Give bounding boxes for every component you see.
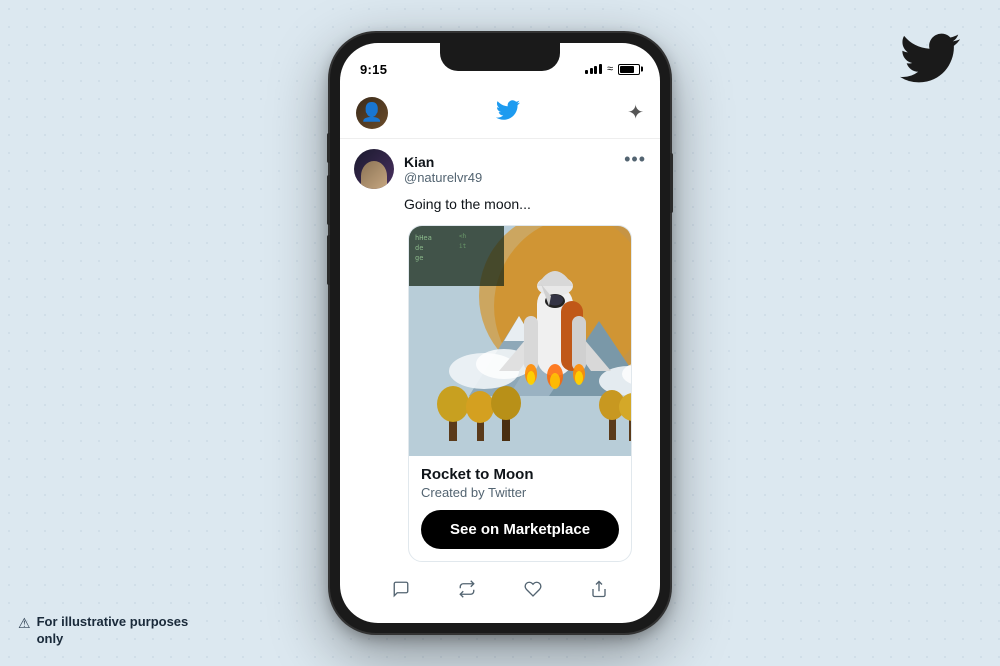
nft-image: hHea de ge <h it (409, 226, 631, 456)
svg-text:<h: <h (459, 233, 467, 240)
tweet-author-name[interactable]: Kian (404, 154, 482, 170)
phone-mockup: 9:15 ≈ 👤 (330, 33, 670, 633)
disclaimer-box: ⚠ For illustrative purposes only (18, 614, 198, 648)
disclaimer-text: For illustrative purposes only (37, 614, 198, 648)
tweet-author-row: Kian @naturelvr49 (354, 149, 482, 189)
tweet-text: Going to the moon... (404, 195, 646, 215)
twitter-nav-icon (496, 98, 520, 128)
svg-text:it: it (459, 243, 467, 250)
notch (440, 43, 560, 71)
sparkle-icon[interactable]: ✦ (627, 100, 644, 125)
signal-icon (585, 64, 602, 74)
tweet-more-button[interactable]: ••• (624, 149, 646, 170)
phone-screen: 9:15 ≈ 👤 (340, 43, 660, 623)
user-avatar[interactable]: 👤 (356, 97, 388, 129)
nft-info: Rocket to Moon Created by Twitter See on… (409, 456, 631, 561)
nft-creator: Created by Twitter (421, 485, 619, 500)
status-icons: ≈ (585, 63, 640, 75)
tweet-author-avatar[interactable] (354, 149, 394, 189)
wifi-icon: ≈ (607, 63, 613, 75)
tweet-header: Kian @naturelvr49 ••• (354, 149, 646, 189)
nft-title: Rocket to Moon (421, 466, 619, 483)
svg-text:ge: ge (415, 254, 423, 262)
phone-shell: 9:15 ≈ 👤 (330, 33, 670, 633)
share-button[interactable] (590, 580, 608, 598)
reply-button[interactable] (392, 580, 410, 598)
volume-down-button (327, 235, 330, 285)
tweet-author-info: Kian @naturelvr49 (404, 154, 482, 185)
like-button[interactable] (524, 580, 542, 598)
nav-bar: 👤 ✦ (340, 87, 660, 139)
retweet-button[interactable] (458, 580, 476, 598)
twitter-logo-corner (900, 28, 960, 101)
status-time: 9:15 (360, 62, 387, 77)
see-on-marketplace-button[interactable]: See on Marketplace (421, 510, 619, 549)
tweet-container: Kian @naturelvr49 ••• Going to the moon.… (340, 139, 660, 623)
tweet-actions (354, 570, 646, 608)
battery-icon (618, 64, 640, 75)
power-button (670, 153, 673, 213)
nft-card: hHea de ge <h it Rocket to Moon Created … (408, 225, 632, 562)
warning-icon: ⚠ (18, 615, 31, 632)
tweet-author-handle[interactable]: @naturelvr49 (404, 170, 482, 185)
volume-up-button (327, 175, 330, 225)
silent-button (327, 133, 330, 163)
tweet: Kian @naturelvr49 ••• Going to the moon.… (340, 139, 660, 608)
svg-text:hHea: hHea (415, 234, 432, 242)
svg-text:de: de (415, 244, 423, 252)
